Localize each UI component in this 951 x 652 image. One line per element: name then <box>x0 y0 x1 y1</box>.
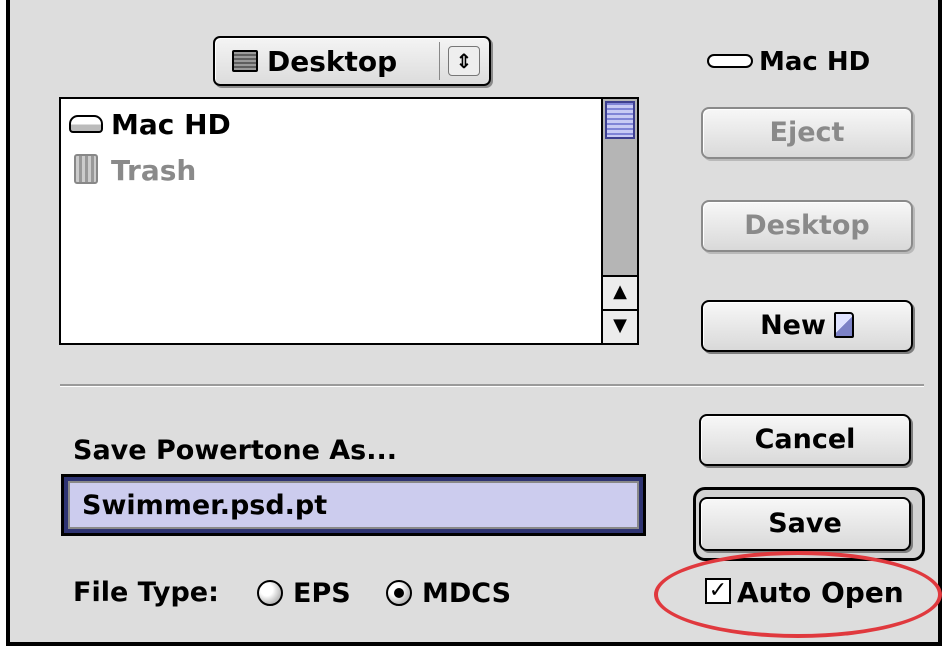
location-label: Desktop <box>267 45 398 78</box>
save-button[interactable]: Save <box>699 497 911 551</box>
new-folder-icon <box>833 311 854 338</box>
scroll-down-arrow-icon[interactable]: ▼ <box>603 309 637 343</box>
popup-divider <box>439 42 440 80</box>
radio-eps-label: EPS <box>293 578 351 609</box>
list-item-label: Mac HD <box>111 108 231 141</box>
popup-arrows-icon: ⇕ <box>448 46 480 76</box>
list-item[interactable]: Trash <box>69 151 196 191</box>
radio-mdcs-label: MDCS <box>422 578 512 609</box>
new-button-label: New <box>760 310 826 341</box>
trash-icon <box>74 154 98 184</box>
radio-unselected-icon <box>257 579 283 606</box>
radio-selected-icon <box>386 579 412 606</box>
auto-open-checkbox[interactable]: ✓ Auto Open <box>705 575 904 611</box>
scroll-thumb[interactable] <box>605 101 635 139</box>
auto-open-label: Auto Open <box>737 576 904 609</box>
radio-eps[interactable]: EPS <box>257 578 351 610</box>
eject-button[interactable]: Eject <box>701 107 913 159</box>
scroll-up-arrow-icon[interactable]: ▲ <box>603 275 637 309</box>
file-type-label: File Type: <box>73 577 219 608</box>
folder-icon <box>232 50 258 72</box>
hard-disk-icon <box>707 53 753 68</box>
filename-input[interactable] <box>68 481 639 529</box>
list-item[interactable]: Mac HD <box>69 105 231 145</box>
save-dialog: Desktop ⇕ Mac HD Mac HD Trash ▲ ▼ Eject … <box>6 0 942 646</box>
radio-mdcs[interactable]: MDCS <box>386 578 511 610</box>
vertical-scrollbar[interactable]: ▲ ▼ <box>601 99 637 343</box>
current-volume: Mac HD <box>707 44 870 80</box>
file-list[interactable]: Mac HD Trash ▲ ▼ <box>59 97 639 345</box>
checkbox-checked-icon: ✓ <box>705 578 731 604</box>
desktop-button[interactable]: Desktop <box>701 200 913 252</box>
location-popup[interactable]: Desktop ⇕ <box>213 36 491 86</box>
list-item-label: Trash <box>111 154 197 187</box>
hard-disk-icon <box>69 115 103 133</box>
new-folder-button[interactable]: New <box>701 300 913 352</box>
cancel-button[interactable]: Cancel <box>699 414 911 466</box>
filename-field-frame <box>61 474 646 536</box>
save-prompt-label: Save Powertone As... <box>73 435 398 466</box>
divider <box>60 384 924 387</box>
volume-name: Mac HD <box>759 47 871 77</box>
